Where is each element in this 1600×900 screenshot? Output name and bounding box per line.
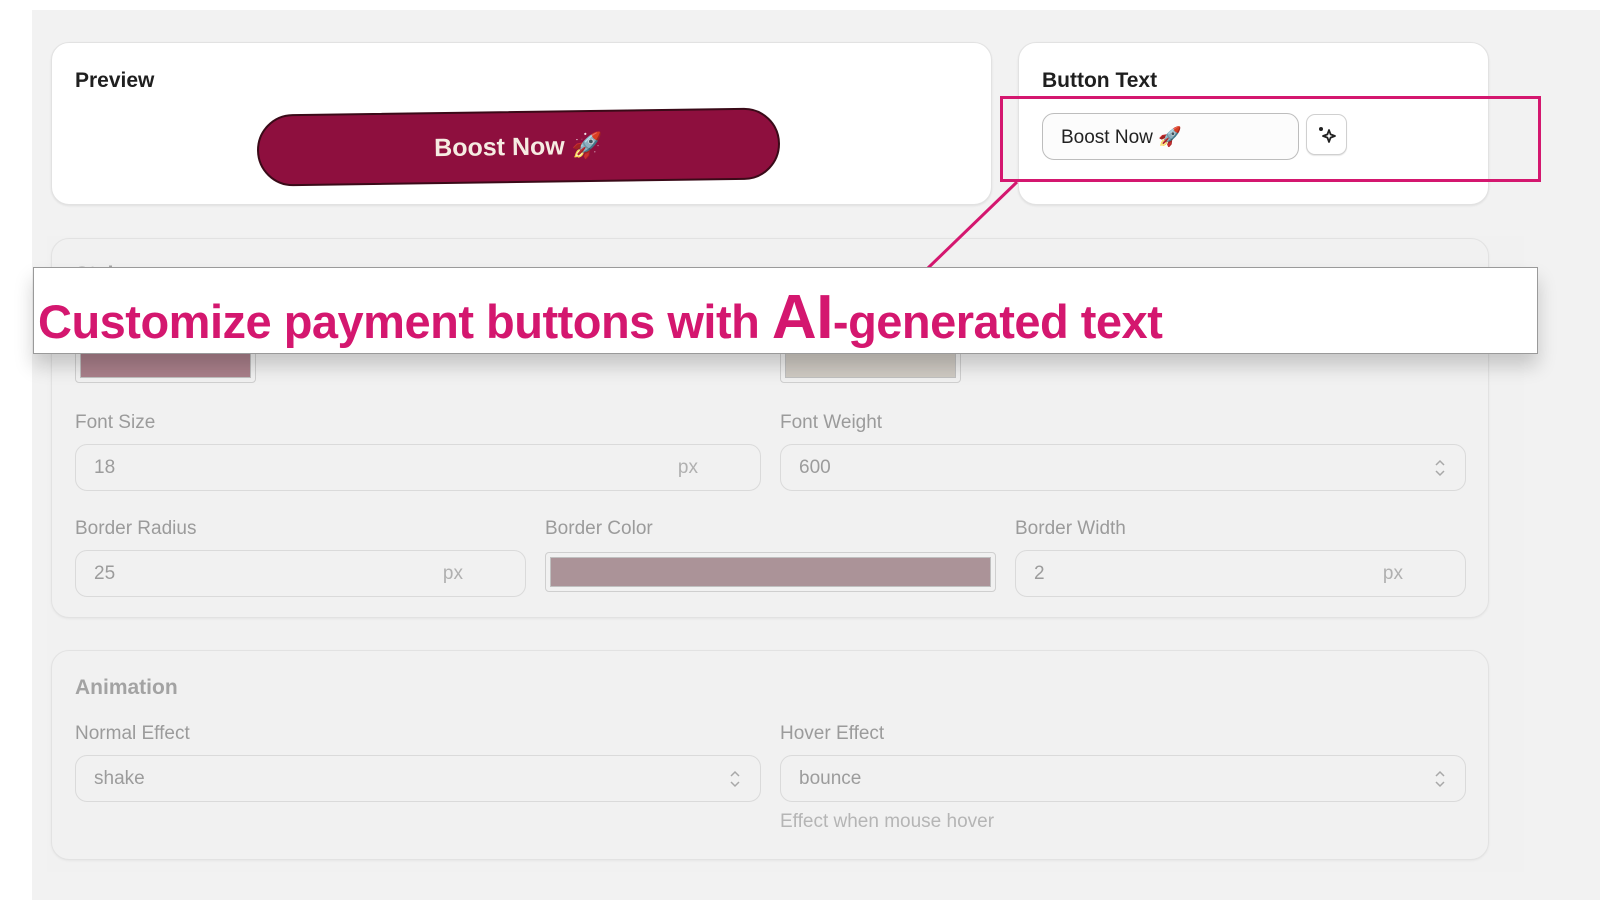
preview-payment-button[interactable]: Boost Now 🚀 — [256, 107, 781, 187]
font-weight-value: 600 — [799, 456, 831, 478]
preview-title: Preview — [75, 69, 155, 92]
border-radius-value: 25 — [94, 562, 116, 584]
border-color-label: Border Color — [545, 518, 653, 539]
animation-title: Animation — [75, 676, 178, 699]
preview-card: Preview Boost Now 🚀 — [51, 42, 992, 205]
hover-effect-value: bounce — [799, 767, 862, 789]
border-color-swatch — [550, 557, 991, 587]
border-radius-label: Border Radius — [75, 518, 197, 539]
hover-effect-helper: Effect when mouse hover — [780, 811, 995, 832]
select-chevron-icon — [1435, 770, 1445, 788]
button-text-card: Button Text Boost Now 🚀 — [1018, 42, 1489, 205]
font-size-label: Font Size — [75, 412, 156, 433]
hover-effect-label: Hover Effect — [780, 723, 885, 744]
annotation-prefix: Customize payment buttons with — [38, 295, 772, 348]
annotation-emphasis: AI — [771, 283, 834, 352]
annotation-banner: Customize payment buttons with AI-genera… — [33, 267, 1538, 354]
border-color-picker[interactable] — [545, 552, 996, 592]
font-weight-select[interactable]: 600 — [780, 444, 1466, 491]
border-width-value: 2 — [1034, 562, 1045, 584]
select-chevron-icon — [730, 770, 740, 788]
annotation-suffix: -generated text — [832, 295, 1163, 348]
button-text-title: Button Text — [1042, 69, 1158, 92]
border-radius-unit: px — [442, 562, 463, 584]
font-weight-label: Font Weight — [780, 412, 883, 433]
ai-generate-button[interactable] — [1306, 114, 1347, 155]
hover-effect-select[interactable]: bounce — [780, 755, 1466, 802]
sparkles-icon — [1318, 126, 1336, 143]
button-text-input[interactable]: Boost Now 🚀 — [1042, 113, 1299, 160]
annotation-text: Customize payment buttons with AI-genera… — [38, 282, 1163, 353]
border-width-label: Border Width — [1015, 518, 1126, 539]
font-size-value: 18 — [94, 456, 116, 478]
border-radius-input[interactable]: 25 px — [75, 550, 526, 597]
select-chevron-icon — [1435, 459, 1445, 477]
font-size-unit: px — [677, 456, 698, 478]
normal-effect-value: shake — [94, 767, 145, 789]
font-size-input[interactable]: 18 px — [75, 444, 761, 491]
border-width-unit: px — [1382, 562, 1403, 584]
border-width-input[interactable]: 2 px — [1015, 550, 1466, 597]
normal-effect-select[interactable]: shake — [75, 755, 761, 802]
normal-effect-label: Normal Effect — [75, 723, 190, 744]
animation-section: Animation Normal Effect shake Hover Effe… — [51, 650, 1489, 860]
